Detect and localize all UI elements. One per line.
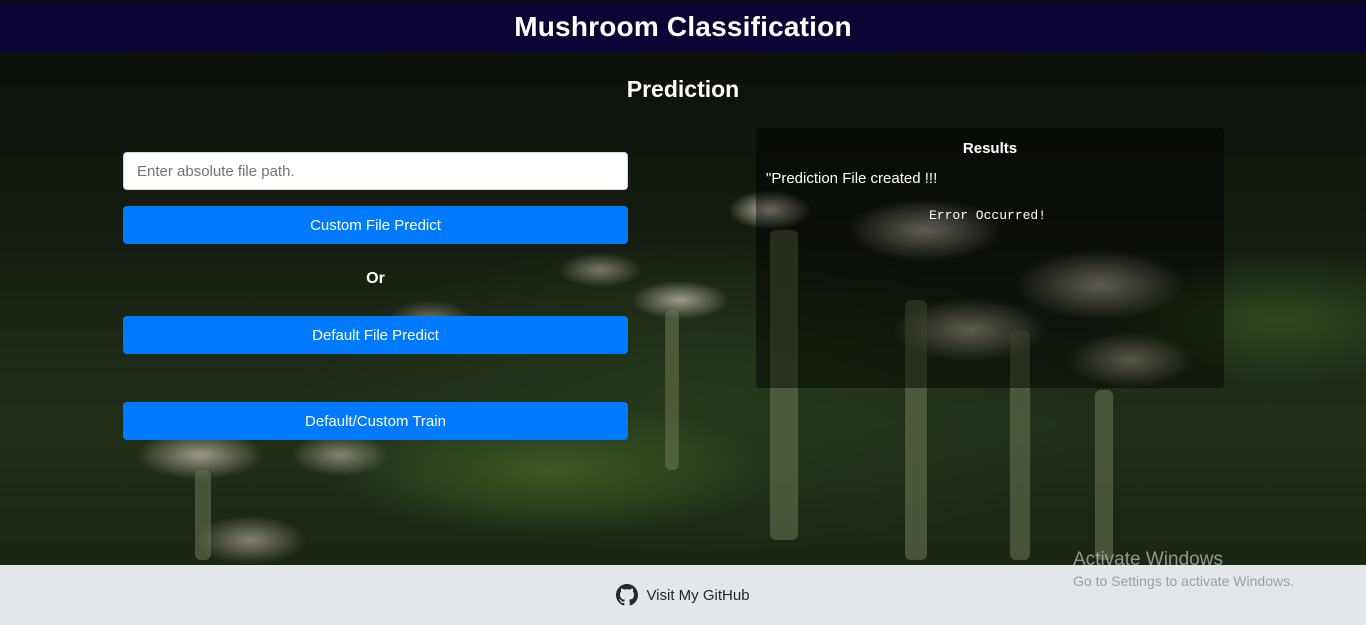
- results-panel: Results "Prediction File created !!! Err…: [756, 128, 1224, 388]
- page-subtitle: Prediction: [626, 76, 740, 102]
- github-icon: [616, 584, 639, 606]
- github-link-label: Visit My GitHub: [646, 586, 750, 604]
- github-link[interactable]: Visit My GitHub: [616, 584, 750, 606]
- default-file-predict-button[interactable]: Default File Predict: [123, 316, 628, 354]
- results-title: Results: [962, 140, 1018, 157]
- default-custom-train-button[interactable]: Default/Custom Train: [123, 402, 628, 440]
- header-bar: Mushroom Classification: [0, 2, 1366, 51]
- watermark-line1: Activate Windows: [1073, 549, 1223, 570]
- results-message: "Prediction File created !!!: [766, 170, 938, 187]
- results-error: Error Occurred!: [929, 208, 1047, 223]
- file-path-input[interactable]: [123, 152, 628, 190]
- app-title: Mushroom Classification: [514, 10, 852, 42]
- custom-file-predict-button[interactable]: Custom File Predict: [123, 206, 628, 244]
- watermark-line2: Go to Settings to activate Windows.: [1073, 573, 1294, 589]
- or-separator: Or: [366, 270, 385, 287]
- windows-activation-watermark: Activate Windows Go to Settings to activ…: [1073, 549, 1294, 589]
